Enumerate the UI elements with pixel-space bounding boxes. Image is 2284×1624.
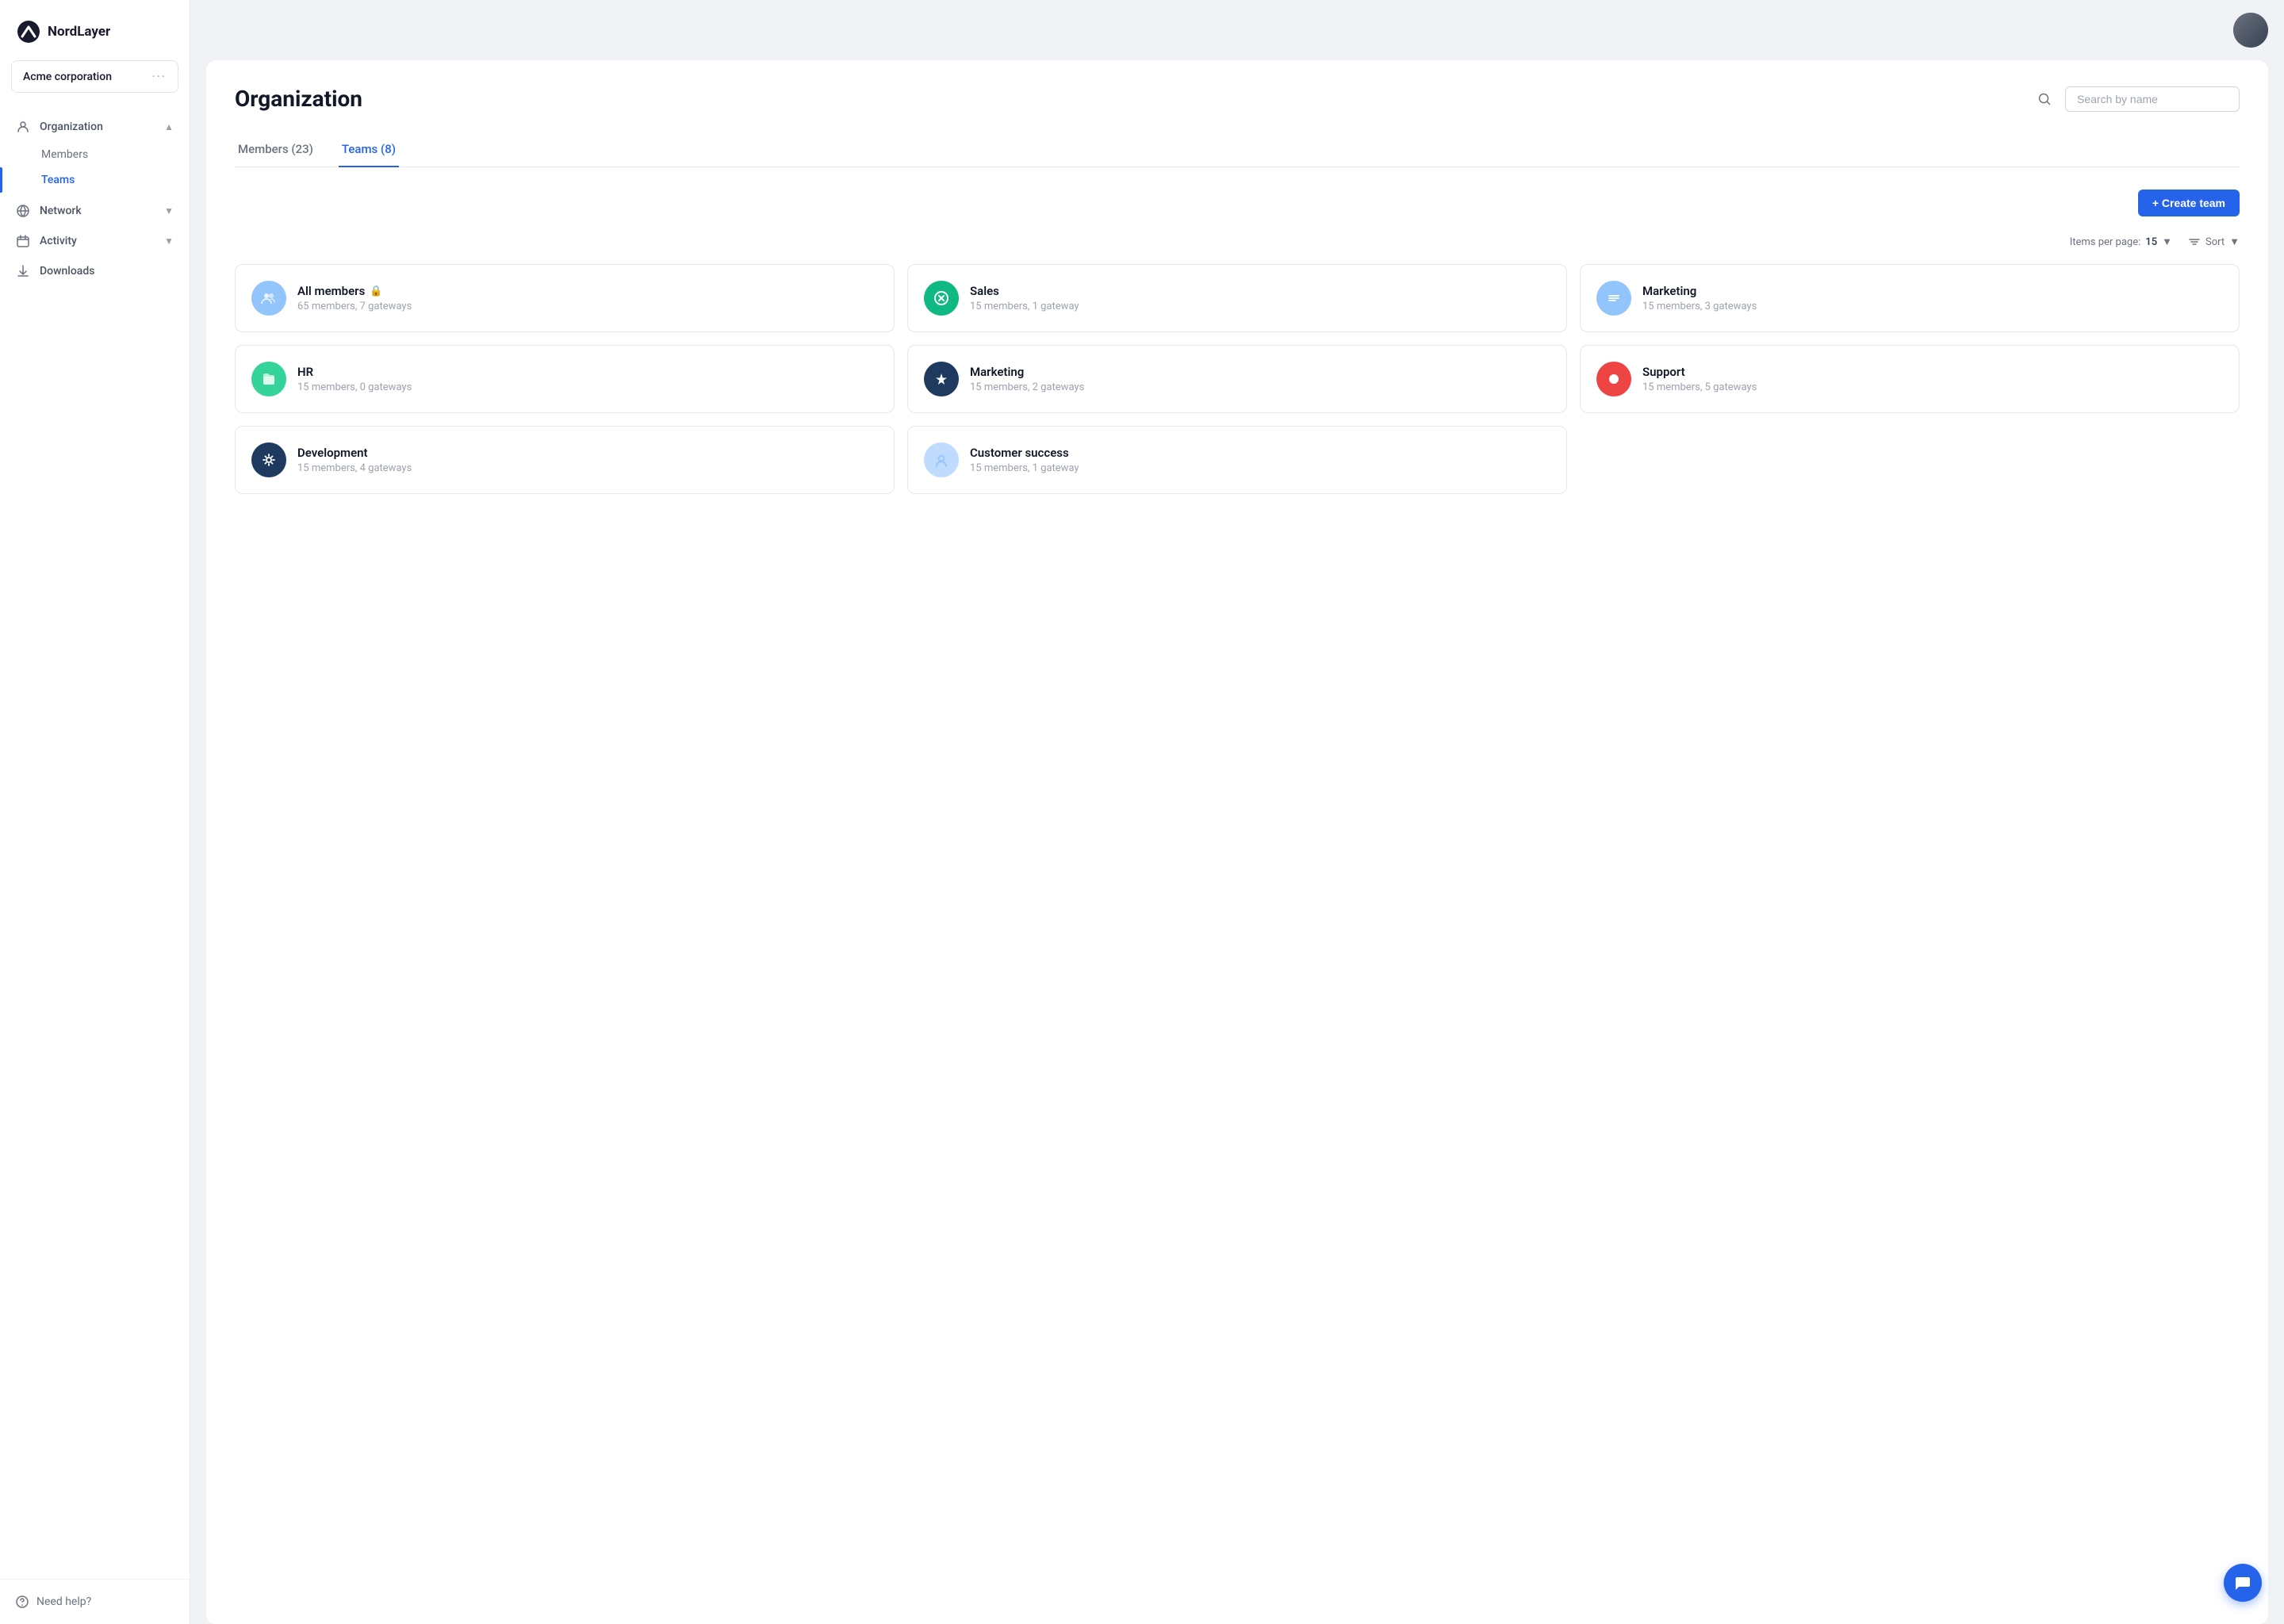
org-sub-nav: Members Teams — [0, 142, 190, 193]
tab-teams[interactable]: Teams (8) — [339, 134, 399, 167]
app-name: NordLayer — [48, 24, 110, 40]
org-icon — [16, 120, 30, 134]
sidebar-item-organization[interactable]: Organization ▲ — [0, 112, 190, 142]
chat-icon — [2234, 1574, 2251, 1591]
page-title: Organization — [235, 86, 362, 112]
search-icon — [2037, 92, 2052, 106]
team-meta: 15 members, 1 gateway — [970, 462, 1079, 474]
org-nav-label: Organization — [40, 121, 103, 133]
org-options-icon[interactable]: ··· — [151, 69, 167, 84]
sidebar-item-network[interactable]: Network ▼ — [0, 196, 190, 226]
sidebar: NordLayer Acme corporation ··· Organizat… — [0, 0, 190, 1624]
team-info: Sales 15 members, 1 gateway — [970, 284, 1079, 312]
list-controls: Items per page: 15 ▼ Sort ▼ — [235, 236, 2240, 248]
team-meta: 15 members, 2 gateways — [970, 381, 1084, 393]
org-chevron-icon: ▲ — [164, 121, 174, 132]
team-avatar — [251, 281, 286, 316]
team-name: All members🔒 — [297, 284, 412, 298]
activity-icon — [16, 234, 30, 248]
team-avatar — [251, 362, 286, 396]
downloads-nav-label: Downloads — [40, 265, 94, 278]
team-meta: 15 members, 0 gateways — [297, 381, 412, 393]
team-card-hr[interactable]: HR 15 members, 0 gateways — [235, 345, 895, 413]
main-content: Organization Members (23) Teams (8) — [190, 0, 2284, 1624]
team-info: HR 15 members, 0 gateways — [297, 365, 412, 393]
team-card-marketing-1[interactable]: Marketing 15 members, 3 gateways — [1580, 264, 2240, 332]
org-name: Acme corporation — [23, 71, 112, 83]
team-avatar — [924, 281, 959, 316]
sidebar-nav: Organization ▲ Members Teams — [0, 105, 190, 1579]
team-meta: 15 members, 1 gateway — [970, 301, 1079, 312]
topbar — [206, 0, 2268, 60]
logo-area: NordLayer — [0, 0, 190, 60]
network-icon — [16, 204, 30, 218]
team-info: Support 15 members, 5 gateways — [1642, 365, 1757, 393]
team-card-customer-success[interactable]: Customer success 15 members, 1 gateway — [907, 426, 1567, 494]
team-avatar — [1596, 281, 1631, 316]
team-card-all-members[interactable]: All members🔒 65 members, 7 gateways — [235, 264, 895, 332]
sidebar-item-members[interactable]: Members — [41, 142, 190, 167]
help-button[interactable]: Need help? — [16, 1595, 174, 1608]
team-info: Marketing 15 members, 2 gateways — [970, 365, 1084, 393]
teams-grid: All members🔒 65 members, 7 gateways Sale… — [235, 264, 2240, 494]
team-card-sales[interactable]: Sales 15 members, 1 gateway — [907, 264, 1567, 332]
network-chevron-icon: ▼ — [164, 205, 174, 216]
content-panel: Organization Members (23) Teams (8) — [206, 60, 2268, 1624]
user-avatar[interactable] — [2233, 13, 2268, 48]
team-avatar — [251, 442, 286, 477]
chat-fab[interactable] — [2224, 1564, 2262, 1602]
team-name: Marketing — [970, 365, 1084, 379]
team-info: Development 15 members, 4 gateways — [297, 446, 412, 474]
search-input[interactable] — [2065, 86, 2240, 112]
sort-control[interactable]: Sort ▼ — [2188, 236, 2240, 248]
search-area — [2032, 86, 2240, 112]
help-icon — [16, 1595, 29, 1608]
team-info: Marketing 15 members, 3 gateways — [1642, 284, 1757, 312]
team-name: Customer success — [970, 446, 1079, 460]
team-meta: 15 members, 4 gateways — [297, 462, 412, 474]
sort-icon — [2188, 236, 2201, 248]
active-bar — [0, 167, 2, 193]
activity-nav-label: Activity — [40, 235, 77, 247]
page-header: Organization — [235, 86, 2240, 112]
team-card-support[interactable]: Support 15 members, 5 gateways — [1580, 345, 2240, 413]
network-nav-label: Network — [40, 205, 82, 217]
items-per-page-control[interactable]: Items per page: 15 ▼ — [2070, 236, 2172, 248]
team-name: Sales — [970, 284, 1079, 298]
nordlayer-logo-icon — [16, 19, 41, 44]
team-meta: 65 members, 7 gateways — [297, 301, 412, 312]
tab-members[interactable]: Members (23) — [235, 134, 316, 167]
tabs: Members (23) Teams (8) — [235, 134, 2240, 167]
sidebar-item-downloads[interactable]: Downloads — [0, 256, 190, 286]
nav-section-organization: Organization ▲ Members Teams — [0, 112, 190, 193]
search-icon-button[interactable] — [2032, 86, 2057, 112]
lock-icon: 🔒 — [370, 285, 382, 297]
team-name: HR — [297, 365, 412, 379]
team-avatar — [1596, 362, 1631, 396]
team-name: Marketing — [1642, 284, 1757, 298]
team-info: All members🔒 65 members, 7 gateways — [297, 284, 412, 312]
activity-chevron-icon: ▼ — [164, 236, 174, 247]
team-avatar — [924, 362, 959, 396]
team-card-development[interactable]: Development 15 members, 4 gateways — [235, 426, 895, 494]
create-team-button[interactable]: + Create team — [2138, 190, 2240, 216]
team-info: Customer success 15 members, 1 gateway — [970, 446, 1079, 474]
download-icon — [16, 264, 30, 278]
team-meta: 15 members, 5 gateways — [1642, 381, 1757, 393]
org-selector[interactable]: Acme corporation ··· — [11, 60, 178, 93]
sidebar-footer: Need help? — [0, 1579, 190, 1624]
sidebar-item-activity[interactable]: Activity ▼ — [0, 226, 190, 256]
team-meta: 15 members, 3 gateways — [1642, 301, 1757, 312]
toolbar: + Create team — [235, 190, 2240, 216]
team-name: Development — [297, 446, 412, 460]
help-label: Need help? — [36, 1595, 91, 1608]
team-name: Support — [1642, 365, 1757, 379]
team-avatar — [924, 442, 959, 477]
team-card-marketing-2[interactable]: Marketing 15 members, 2 gateways — [907, 345, 1567, 413]
sidebar-item-teams[interactable]: Teams — [41, 167, 190, 193]
